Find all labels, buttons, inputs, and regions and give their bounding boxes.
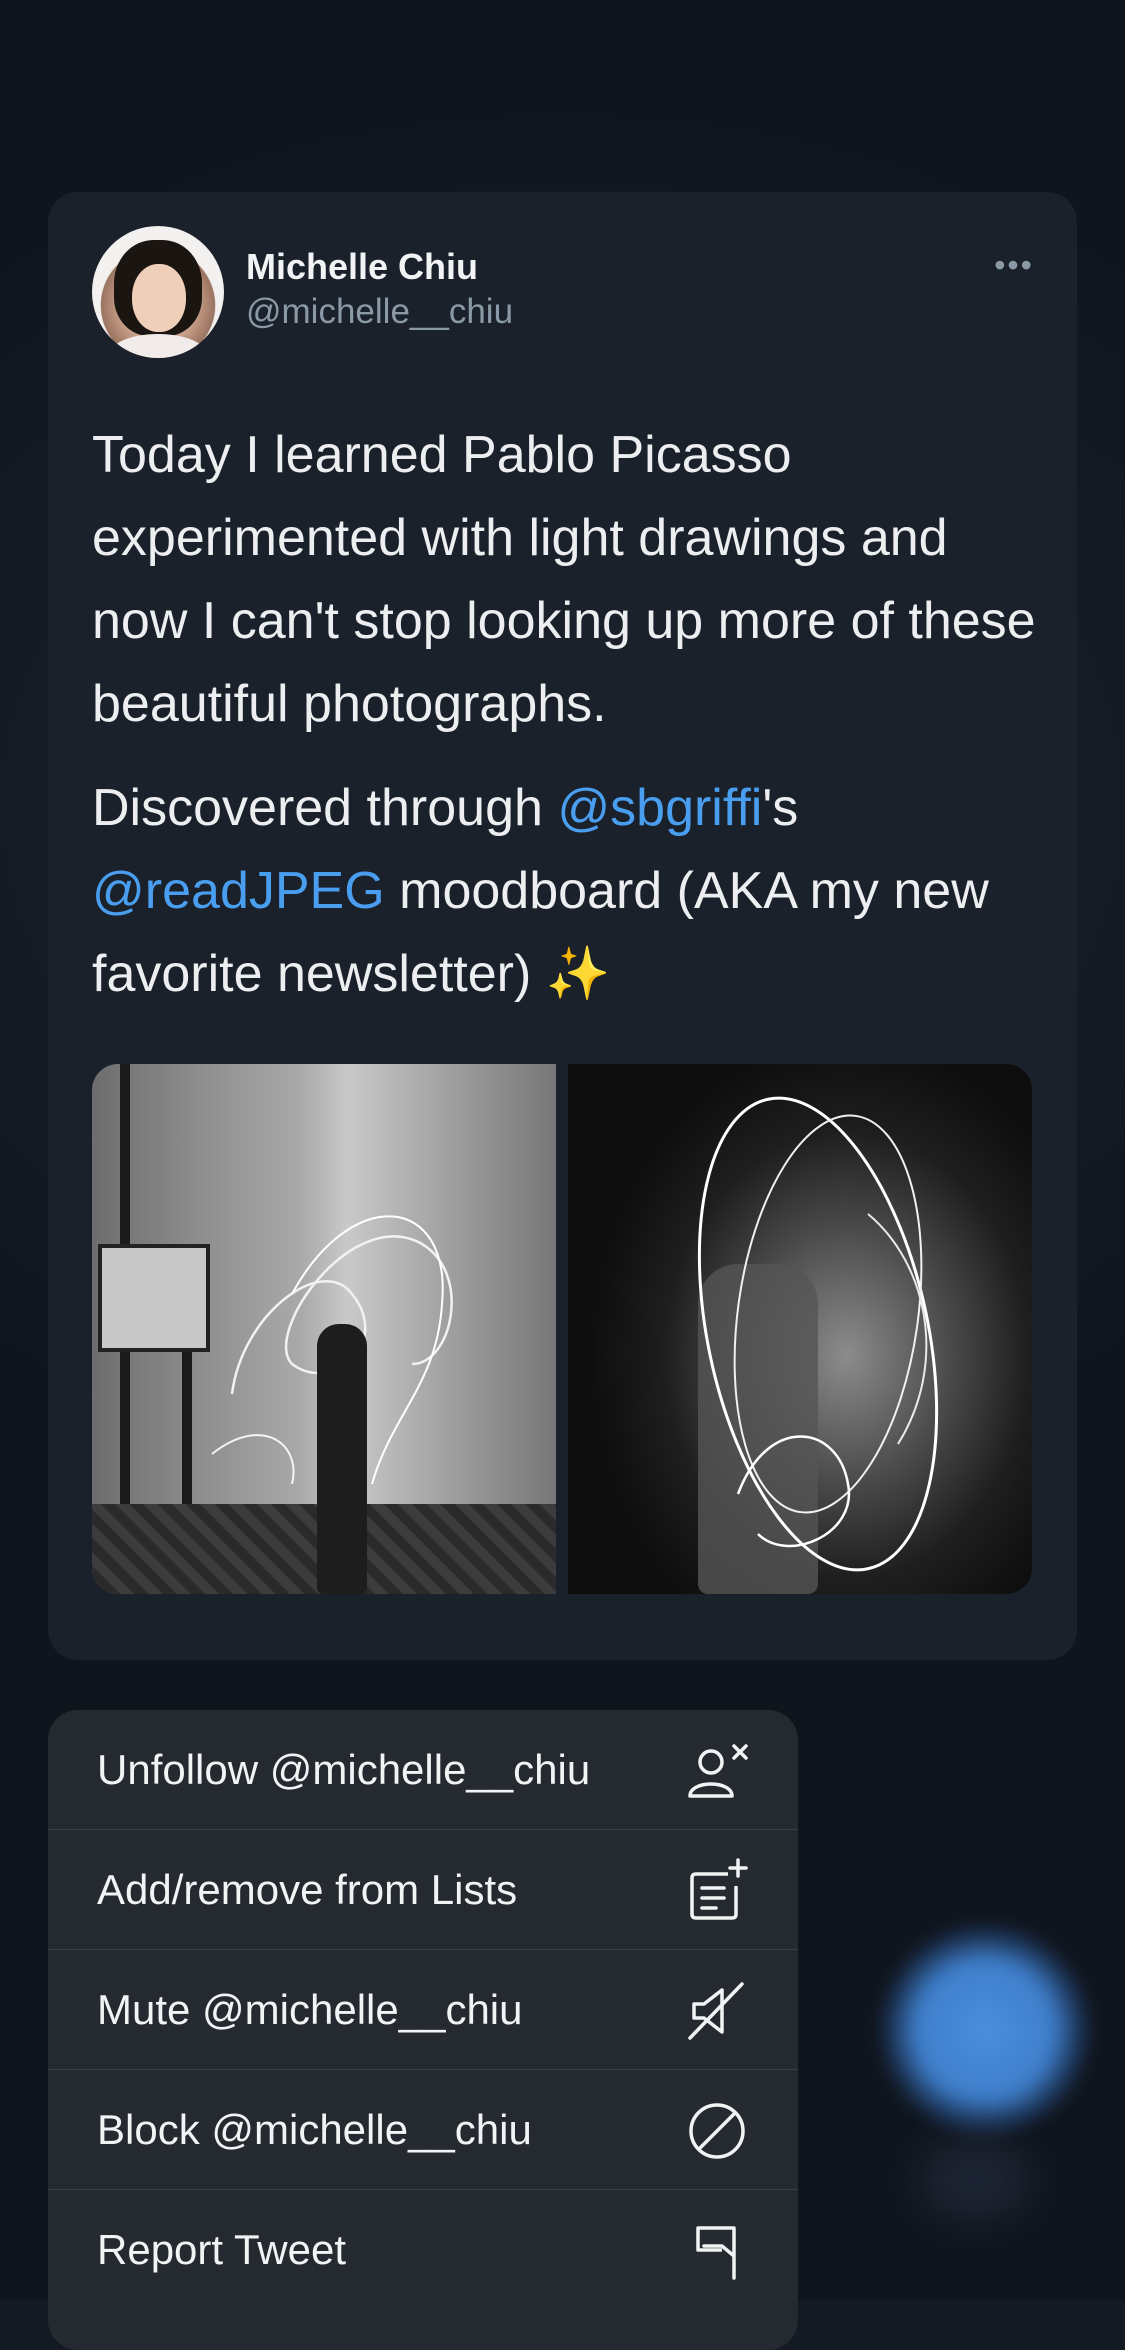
tweet-paragraph-1: Today I learned Pablo Picasso experiment… xyxy=(92,426,1036,733)
avatar-shirt xyxy=(110,334,206,358)
menu-item-label: Unfollow @michelle__chiu xyxy=(97,1745,591,1793)
menu-item-mute[interactable]: Mute @michelle__chiu xyxy=(48,1950,798,2070)
paragraph-mid: 's xyxy=(762,779,799,837)
paragraph-prefix: Discovered through xyxy=(92,779,558,837)
mention-sbgriffi[interactable]: @sbgriffi xyxy=(557,779,762,837)
man-figure xyxy=(317,1324,367,1594)
avatar[interactable] xyxy=(92,226,224,358)
tweet-text: Today I learned Pablo Picasso experiment… xyxy=(92,414,1052,1016)
menu-item-block[interactable]: Block @michelle__chiu xyxy=(48,2070,798,2190)
avatar-face xyxy=(132,264,186,332)
mute-icon xyxy=(682,1976,752,2046)
author-handle[interactable]: @michelle__chiu xyxy=(246,292,513,332)
blurred-shadow xyxy=(920,2140,1030,2220)
menu-item-label: Mute @michelle__chiu xyxy=(97,1985,523,2033)
tweet-card[interactable]: Michelle Chiu @michelle__chiu ••• Today … xyxy=(48,192,1077,1660)
blurred-blue-orb xyxy=(880,1925,1090,2135)
tweet-paragraph-2: Discovered through @sbgriffi's @readJPEG … xyxy=(92,767,1052,1016)
mention-readjpeg[interactable]: @readJPEG xyxy=(92,862,385,920)
unfollow-user-icon xyxy=(682,1736,752,1806)
menu-item-lists[interactable]: Add/remove from Lists xyxy=(48,1830,798,1950)
menu-item-report[interactable]: Report Tweet xyxy=(48,2190,798,2309)
menu-item-unfollow[interactable]: Unfollow @michelle__chiu xyxy=(48,1710,798,1830)
tweet-media-grid xyxy=(92,1064,1032,1594)
flag-icon xyxy=(682,2216,752,2286)
author-name[interactable]: Michelle Chiu xyxy=(246,246,478,288)
menu-item-label: Block @michelle__chiu xyxy=(97,2105,532,2153)
photo-picasso-light-drawing-circle[interactable] xyxy=(568,1064,1032,1594)
light-drawing-circle xyxy=(697,1096,939,1572)
menu-item-label: Report Tweet xyxy=(97,2225,347,2273)
photo-picasso-light-drawing-studio[interactable] xyxy=(92,1064,556,1594)
block-icon xyxy=(682,2096,752,2166)
more-horizontal-icon[interactable]: ••• xyxy=(984,249,1044,281)
menu-item-label: Add/remove from Lists xyxy=(97,1865,518,1913)
tweet-context-menu: Unfollow @michelle__chiu Add/remove from… xyxy=(48,1710,798,2350)
list-add-icon xyxy=(682,1856,752,1926)
